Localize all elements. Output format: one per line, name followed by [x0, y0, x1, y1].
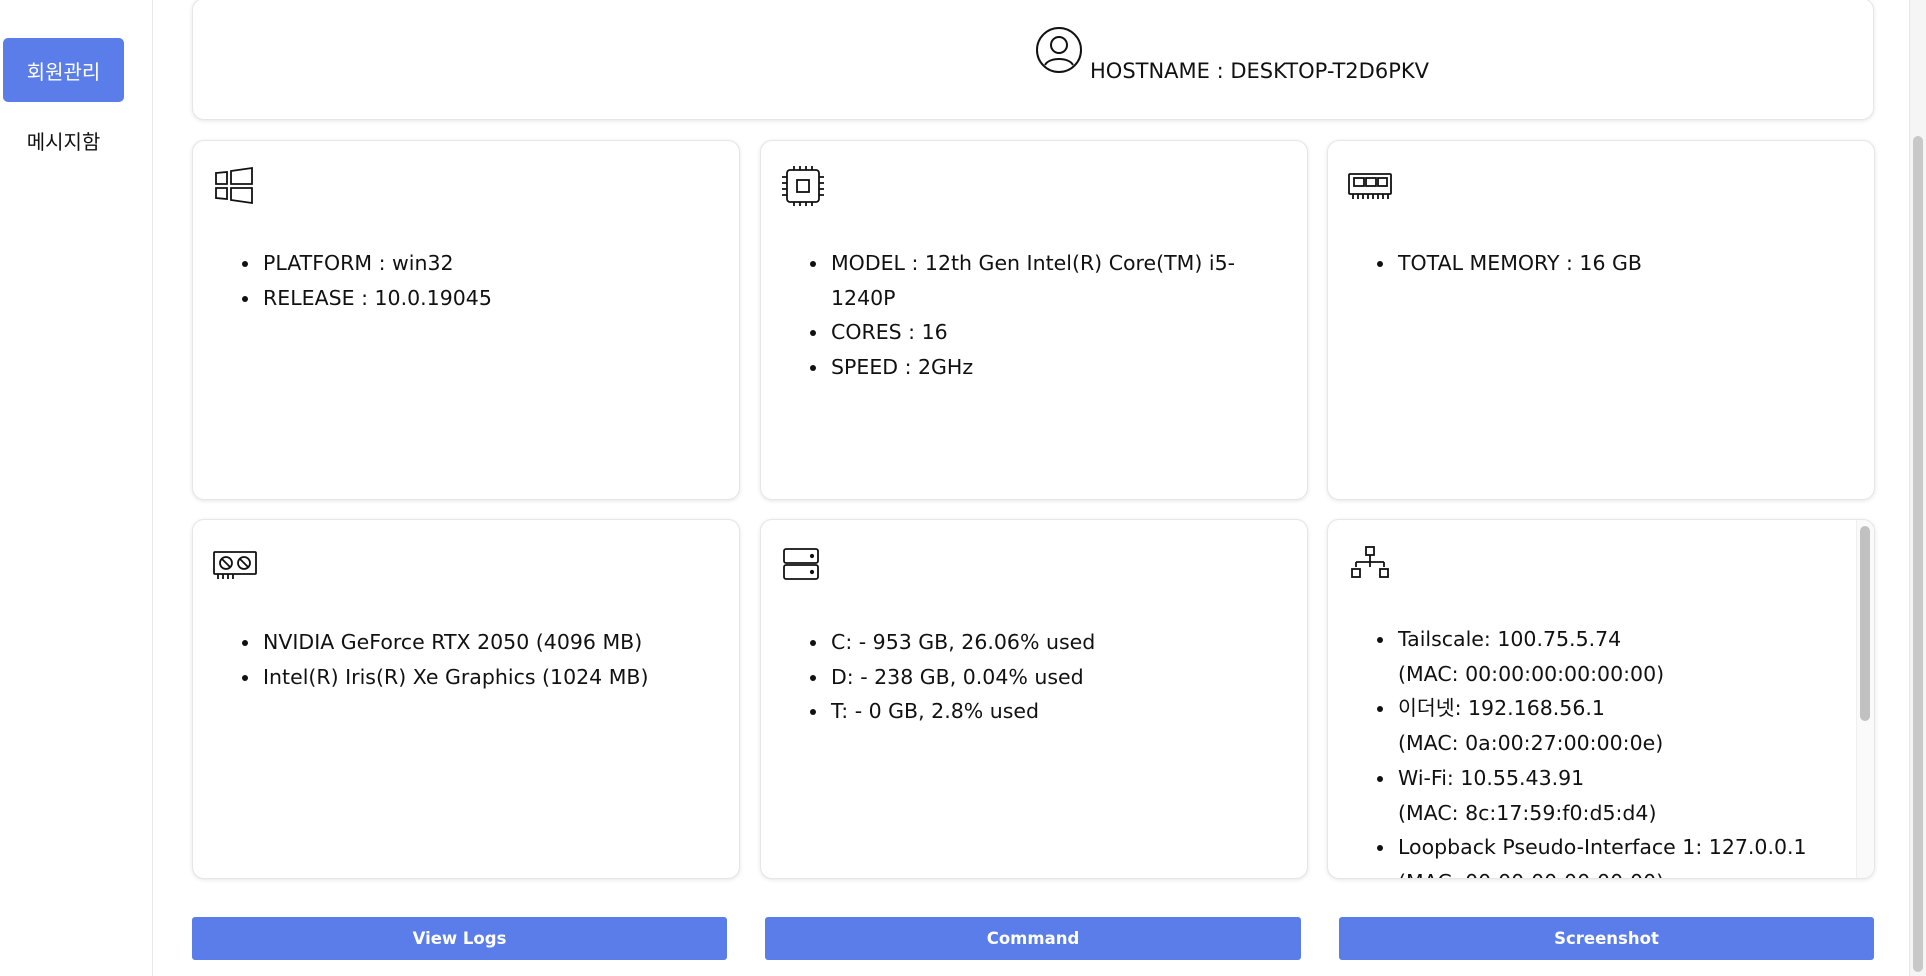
network-card: Tailscale: 100.75.5.74 (MAC: 00:00:00:00… [1327, 519, 1875, 879]
memory-module-icon [1348, 173, 1392, 199]
network-interface-mac: (MAC: 00:00:00:00:00:00) [1398, 661, 1665, 686]
list-item: Intel(R) Iris(R) Xe Graphics (1024 MB) [261, 660, 719, 695]
page-scroll-thumb[interactable] [1913, 136, 1923, 972]
cpu-chip-icon [782, 166, 824, 206]
sidebar-item-member-management[interactable]: 회원관리 [3, 38, 124, 102]
memory-info-list: TOTAL MEMORY : 16 GB [1396, 246, 1854, 281]
list-item: CORES : 16 [829, 315, 1287, 350]
list-item: 이더넷: 192.168.56.1 (MAC: 0a:00:27:00:00:0… [1396, 691, 1854, 760]
disk-info-list: C: - 953 GB, 26.06% used D: - 238 GB, 0.… [829, 625, 1287, 729]
network-interface-mac: (MAC: 00:00:00:00:00:00) [1398, 870, 1664, 878]
list-item: RELEASE : 10.0.19045 [261, 281, 719, 316]
network-interface-ip: Tailscale: 100.75.5.74 [1398, 627, 1622, 651]
list-item: PLATFORM : win32 [261, 246, 719, 281]
list-item: NVIDIA GeForce RTX 2050 (4096 MB) [261, 625, 719, 660]
list-item: T: - 0 GB, 2.8% used [829, 694, 1287, 729]
network-interface-mac: (MAC: 0a:00:27:00:00:0e) [1398, 731, 1664, 756]
sidebar: 회원관리 메시지함 [0, 0, 153, 976]
network-interface-ip: Wi-Fi: 10.55.43.91 [1398, 765, 1585, 790]
network-topology-icon [1351, 546, 1389, 578]
sidebar-item-label: 메시지함 [26, 129, 101, 154]
view-logs-button[interactable]: View Logs [192, 917, 727, 960]
page-scrollbar[interactable] [1909, 0, 1926, 976]
list-item: MODEL : 12th Gen Intel(R) Core(TM) i5-12… [829, 246, 1287, 315]
hostname-card: HOSTNAME : DESKTOP-T2D6PKV [192, 0, 1874, 120]
os-card: PLATFORM : win32 RELEASE : 10.0.19045 [192, 140, 740, 500]
network-interface-ip: 이더넷: 192.168.56.1 [1398, 696, 1605, 721]
list-item: SPEED : 2GHz [829, 350, 1287, 385]
os-info-list: PLATFORM : win32 RELEASE : 10.0.19045 [261, 246, 719, 315]
network-card-scrollbar[interactable] [1856, 520, 1874, 878]
windows-icon [215, 166, 253, 205]
storage-server-icon [783, 548, 819, 580]
disk-card: C: - 953 GB, 26.06% used D: - 238 GB, 0.… [760, 519, 1308, 879]
network-info-list: Tailscale: 100.75.5.74 (MAC: 00:00:00:00… [1396, 622, 1854, 878]
user-circle-icon [1036, 27, 1082, 73]
gpu-card: NVIDIA GeForce RTX 2050 (4096 MB) Intel(… [192, 519, 740, 879]
sidebar-item-mailbox[interactable]: 메시지함 [3, 108, 124, 172]
graphics-card-icon [213, 551, 257, 579]
hostname-label: HOSTNAME : DESKTOP-T2D6PKV [1090, 59, 1430, 83]
memory-card: TOTAL MEMORY : 16 GB [1327, 140, 1875, 500]
gpu-info-list: NVIDIA GeForce RTX 2050 (4096 MB) Intel(… [261, 625, 719, 694]
list-item: Wi-Fi: 10.55.43.91 (MAC: 8c:17:59:f0:d5:… [1396, 761, 1854, 830]
network-interface-mac: (MAC: 8c:17:59:f0:d5:d4) [1398, 800, 1657, 825]
screenshot-button[interactable]: Screenshot [1339, 917, 1874, 960]
list-item: Tailscale: 100.75.5.74 (MAC: 00:00:00:00… [1396, 622, 1854, 691]
list-item: D: - 238 GB, 0.04% used [829, 660, 1287, 695]
cpu-info-list: MODEL : 12th Gen Intel(R) Core(TM) i5-12… [829, 246, 1287, 385]
list-item: TOTAL MEMORY : 16 GB [1396, 246, 1854, 281]
cpu-card: MODEL : 12th Gen Intel(R) Core(TM) i5-12… [760, 140, 1308, 500]
network-interface-ip: Loopback Pseudo-Interface 1: 127.0.0.1 [1398, 835, 1807, 860]
list-item: C: - 953 GB, 26.06% used [829, 625, 1287, 660]
command-button[interactable]: Command [765, 917, 1301, 960]
network-card-scroll-thumb[interactable] [1860, 526, 1870, 721]
sidebar-item-label: 회원관리 [26, 59, 101, 84]
list-item: Loopback Pseudo-Interface 1: 127.0.0.1 (… [1396, 830, 1854, 878]
